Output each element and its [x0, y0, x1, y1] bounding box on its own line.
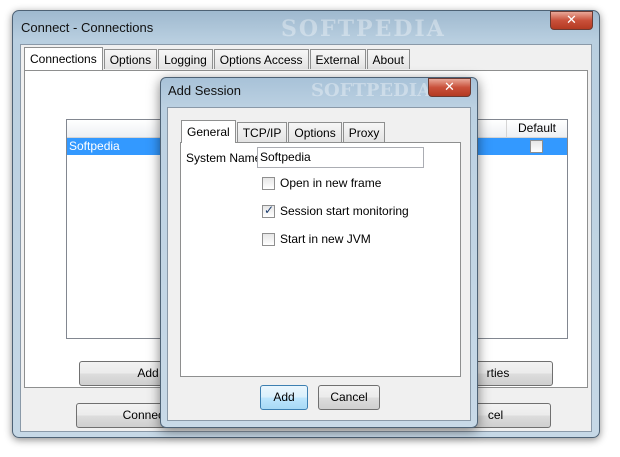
system-name-label: System Name	[186, 151, 262, 165]
default-checkbox[interactable]	[530, 140, 543, 153]
watermark-logo: SOFTPEDIA	[281, 16, 446, 42]
option-session-start-monitoring[interactable]: ✓ Session start monitoring	[262, 202, 409, 218]
system-name-input[interactable]: Softpedia	[257, 147, 424, 168]
dialog-watermark-logo: SOFTPEDIA	[311, 80, 432, 101]
open-in-new-frame-checkbox[interactable]	[262, 176, 275, 190]
dialog-tab-strip: General TCP/IP Options Proxy	[181, 120, 386, 143]
dialog-add-button[interactable]: Add	[260, 385, 308, 410]
dialog-tab-proxy[interactable]: Proxy	[342, 122, 386, 142]
dialog-tab-tcpip[interactable]: TCP/IP	[236, 122, 288, 142]
session-start-monitoring-checkbox[interactable]: ✓	[262, 202, 275, 218]
tab-options[interactable]: Options	[103, 49, 158, 69]
column-header-default[interactable]: Default	[507, 120, 567, 138]
window-title: Connect - Connections	[21, 20, 154, 35]
tab-connections[interactable]: Connections	[24, 47, 103, 70]
window-close-button[interactable]: ✕	[550, 11, 593, 30]
dialog-title: Add Session	[168, 83, 241, 98]
tab-options-access[interactable]: Options Access	[213, 49, 309, 69]
session-start-monitoring-label: Session start monitoring	[280, 204, 409, 218]
tab-logging[interactable]: Logging	[158, 49, 213, 69]
tab-about[interactable]: About	[366, 49, 410, 69]
main-tab-strip: Connections Options Logging Options Acce…	[24, 47, 411, 70]
dialog-tab-options[interactable]: Options	[288, 122, 342, 142]
dialog-close-button[interactable]: ✕	[428, 78, 471, 97]
dialog-cancel-button[interactable]: Cancel	[318, 385, 380, 410]
checkmark-icon: ✓	[264, 202, 275, 217]
option-open-in-new-frame[interactable]: Open in new frame	[262, 176, 381, 190]
start-in-new-jvm-checkbox[interactable]	[262, 232, 275, 246]
option-start-in-new-jvm[interactable]: Start in new JVM	[262, 232, 371, 246]
tab-external[interactable]: External	[309, 49, 366, 69]
add-session-dialog: Add Session SOFTPEDIA ✕ General TCP/IP O…	[160, 77, 478, 428]
start-in-new-jvm-label: Start in new JVM	[280, 232, 371, 246]
open-in-new-frame-label: Open in new frame	[280, 176, 382, 190]
session-name-cell: Softpedia	[69, 139, 120, 153]
dialog-client-area: General TCP/IP Options Proxy System Name…	[167, 107, 471, 421]
dialog-tab-general[interactable]: General	[181, 120, 236, 143]
